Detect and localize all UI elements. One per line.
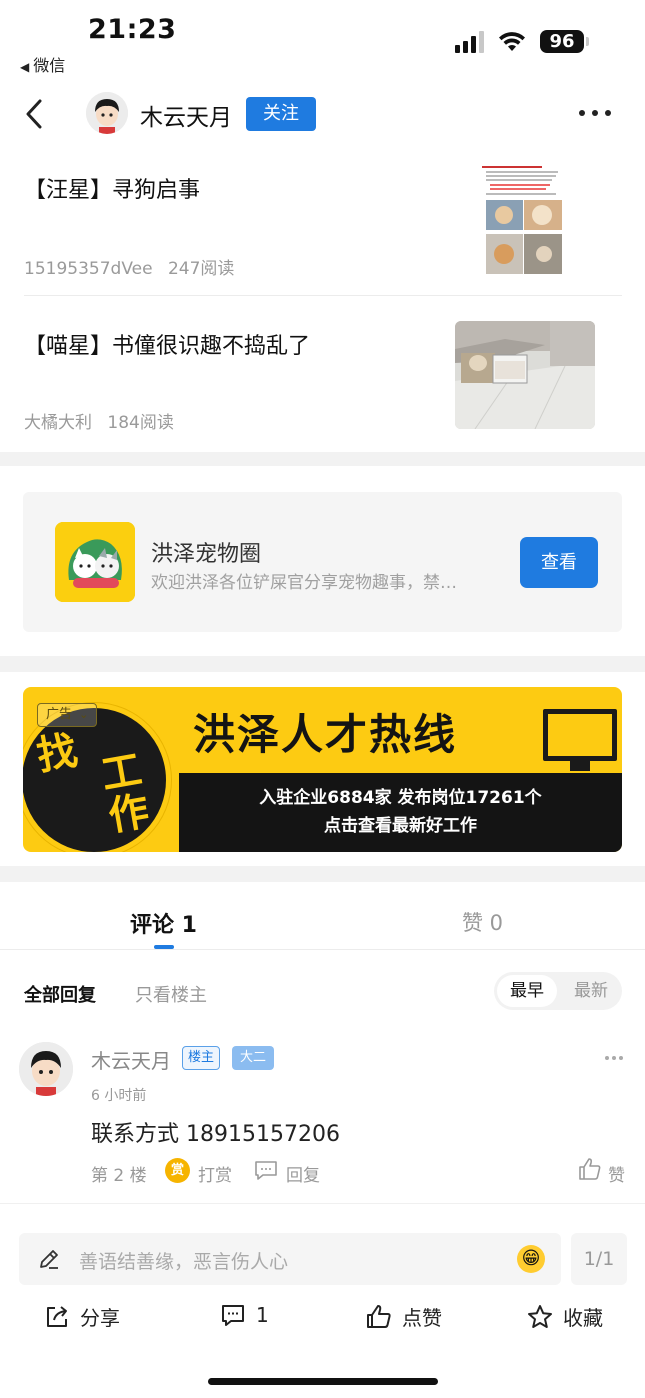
tab-likes[interactable]: 赞 0	[462, 907, 503, 937]
ad-circle-text: 找 工 作	[34, 719, 153, 849]
more-options-icon[interactable]	[579, 110, 611, 116]
ad-banner[interactable]: 找 工 作 广告 ⌄ 洪泽人才热线 入驻企业6884家 发布岗位17261个 点…	[23, 687, 622, 852]
reward-button[interactable]: 打赏	[198, 1161, 232, 1186]
comment-input[interactable]: 善语结善缘，恶言伤人心 😁	[19, 1233, 561, 1285]
comment-tabs: 评论 1 赞 0	[0, 903, 645, 951]
comment-content: 联系方式 18915157206	[91, 1122, 340, 1147]
section-gap	[0, 656, 645, 672]
favorite-button[interactable]: 收藏	[527, 1302, 603, 1331]
commenter-name[interactable]: 木云天月	[91, 1045, 171, 1074]
divider	[0, 1203, 645, 1204]
author-name[interactable]: 木云天月	[140, 98, 232, 132]
back-arrow-icon[interactable]	[20, 96, 50, 132]
comment-icon	[222, 1305, 244, 1326]
pencil-icon	[40, 1250, 58, 1269]
back-triangle-icon: ◀	[20, 60, 30, 74]
nav-bar: 木云天月 关注	[0, 90, 645, 138]
comment-input-placeholder: 善语结善缘，恶言伤人心	[79, 1251, 289, 1273]
battery-icon: 96	[540, 30, 589, 53]
thumbs-up-icon	[367, 1304, 391, 1328]
divider	[0, 949, 645, 950]
battery-level: 96	[540, 30, 584, 53]
status-icons: 96	[455, 30, 589, 53]
section-gap	[0, 866, 645, 882]
comment-like-button[interactable]: 赞	[608, 1161, 625, 1186]
star-icon	[528, 1304, 552, 1328]
filter-op-only[interactable]: 只看楼主	[135, 981, 207, 1007]
sort-earliest-button[interactable]: 最早	[497, 975, 557, 1007]
section-gap	[0, 452, 645, 466]
tab-comments[interactable]: 评论 1	[130, 907, 197, 939]
page-indicator[interactable]: 1/1	[571, 1233, 627, 1285]
cellular-signal-icon	[455, 30, 484, 53]
article-2-thumbnail[interactable]	[455, 321, 595, 429]
article-1-thumbnail[interactable]	[476, 160, 564, 274]
comment-floor: 第 2 楼	[91, 1166, 147, 1186]
follow-button[interactable]: 关注	[246, 97, 316, 131]
share-button[interactable]: 分享	[44, 1302, 120, 1331]
monitor-icon	[543, 709, 617, 771]
status-time: 21:23	[88, 14, 177, 45]
sort-toggle: 最早 最新	[494, 972, 622, 1010]
like-label: 点赞	[402, 1306, 442, 1330]
share-label: 分享	[80, 1306, 120, 1330]
article-reads: 247阅读	[167, 259, 235, 279]
comment-time: 6 小时前	[91, 1088, 147, 1104]
view-community-button[interactable]: 查看	[520, 537, 598, 588]
ad-tag-label: 广告	[46, 707, 73, 722]
emoji-icon[interactable]: 😁	[517, 1245, 545, 1273]
comment-more-icon[interactable]	[605, 1056, 623, 1060]
community-description: 欢迎洪泽各位铲屎官分享宠物趣事，禁…	[151, 573, 457, 593]
community-logo	[55, 522, 135, 602]
ad-cta-text: 点击查看最新好工作	[324, 816, 477, 836]
community-name: 洪泽宠物圈	[151, 542, 262, 567]
ad-info-band: 入驻企业6884家 发布岗位17261个 点击查看最新好工作	[179, 773, 622, 852]
divider	[24, 295, 622, 296]
back-app-label: 微信	[33, 56, 66, 75]
chevron-down-icon: ⌄	[79, 708, 89, 721]
article-author: 15195357dVee	[24, 259, 153, 279]
article-meta: 大橘大利 184阅读	[24, 408, 174, 433]
thumbs-up-icon[interactable]	[578, 1157, 602, 1181]
filter-all-replies[interactable]: 全部回复	[24, 981, 96, 1007]
share-icon	[47, 1305, 67, 1327]
reward-coin-icon[interactable]: 赏	[165, 1158, 190, 1183]
comment-button[interactable]: 1	[220, 1302, 269, 1328]
article-author: 大橘大利	[24, 413, 92, 433]
level-badge: 大二	[232, 1046, 275, 1070]
article-meta: 15195357dVee 247阅读	[24, 254, 234, 279]
community-card[interactable]: 洪泽宠物圈 欢迎洪泽各位铲屎官分享宠物趣事，禁… 查看	[23, 492, 622, 632]
article-reads: 184阅读	[107, 413, 174, 433]
ad-circle-char: 作	[105, 788, 153, 841]
sort-latest-button[interactable]: 最新	[564, 975, 618, 1007]
op-badge: 楼主	[182, 1046, 221, 1070]
ad-tag[interactable]: 广告 ⌄	[37, 703, 98, 727]
like-button[interactable]: 点赞	[366, 1302, 442, 1331]
comment-count: 1	[256, 1303, 269, 1327]
back-to-app-link[interactable]: ◀ 微信	[20, 52, 65, 76]
ad-title: 洪泽人才热线	[193, 710, 458, 759]
bottom-action-bar: 分享 1 点赞 收藏	[0, 1298, 645, 1338]
reply-icon[interactable]	[254, 1160, 278, 1180]
commenter-avatar[interactable]	[19, 1042, 73, 1096]
favorite-label: 收藏	[563, 1306, 603, 1330]
comment-filters: 全部回复 只看楼主 最早 最新	[0, 972, 645, 1012]
author-avatar[interactable]	[86, 92, 128, 134]
wifi-icon	[499, 31, 525, 51]
reply-button[interactable]: 回复	[286, 1161, 320, 1186]
ad-stats-text: 入驻企业6884家 发布岗位17261个	[259, 788, 542, 808]
home-indicator	[208, 1378, 438, 1385]
